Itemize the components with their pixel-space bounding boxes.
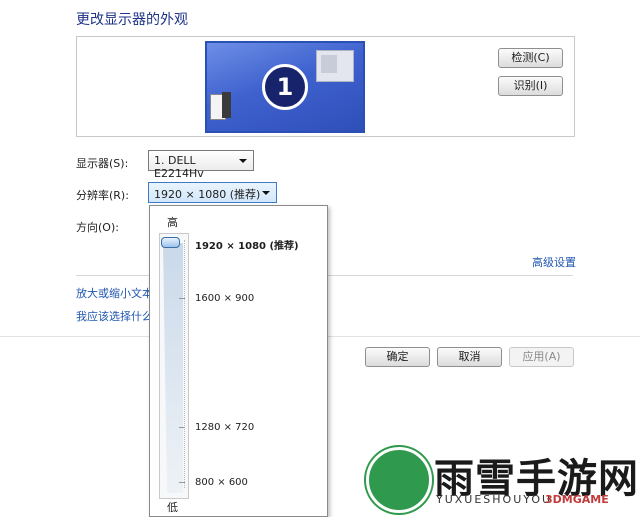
tower-thumbnail-icon	[222, 92, 231, 118]
resolution-label: 分辨率(R):	[76, 189, 129, 202]
display-select[interactable]: 1. DELL E2214Hv	[148, 150, 254, 180]
page-title: 更改显示器的外观	[76, 12, 188, 28]
text-size-link[interactable]: 放大或缩小文本	[76, 285, 153, 301]
orientation-label: 方向(O):	[76, 221, 119, 234]
window-thumbnail-icon	[316, 50, 354, 82]
ok-button[interactable]: 确定	[365, 347, 430, 367]
watermark-extra: 3DMGAME	[545, 493, 609, 506]
resolution-option[interactable]: 1280 × 720	[195, 422, 254, 433]
watermark-subtitle: YUXUESHOUYOU	[436, 493, 553, 506]
resolution-option[interactable]: 1600 × 900	[195, 293, 254, 304]
which-settings-link[interactable]: 我应该选择什么	[76, 308, 153, 324]
slider-tick	[179, 298, 185, 299]
apply-button[interactable]: 应用(A)	[509, 347, 574, 367]
display-label: 显示器(S):	[76, 157, 129, 170]
slider-tick	[179, 482, 185, 483]
slider-dotted-guide	[184, 240, 186, 488]
resolution-slider-thumb[interactable]	[161, 237, 180, 248]
identify-button[interactable]: 识别(I)	[498, 76, 563, 96]
monitor-number-badge: 1	[262, 64, 308, 110]
slider-low-label: 低	[167, 501, 178, 514]
resolution-select[interactable]: 1920 × 1080 (推荐)	[148, 182, 277, 203]
chevron-down-icon	[239, 159, 247, 163]
chevron-down-icon	[262, 191, 270, 195]
slider-high-label: 高	[167, 216, 178, 229]
resolution-select-value: 1920 × 1080 (推荐)	[154, 188, 261, 201]
display-select-value: 1. DELL E2214Hv	[154, 154, 204, 180]
advanced-settings-link[interactable]: 高级设置	[532, 254, 576, 270]
slider-tick	[179, 427, 185, 428]
cancel-button[interactable]: 取消	[437, 347, 502, 367]
detect-button[interactable]: 检测(C)	[498, 48, 563, 68]
resolution-option[interactable]: 1920 × 1080 (推荐)	[195, 237, 299, 252]
resolution-option[interactable]: 800 × 600	[195, 477, 248, 488]
watermark-logo-icon	[366, 447, 432, 513]
